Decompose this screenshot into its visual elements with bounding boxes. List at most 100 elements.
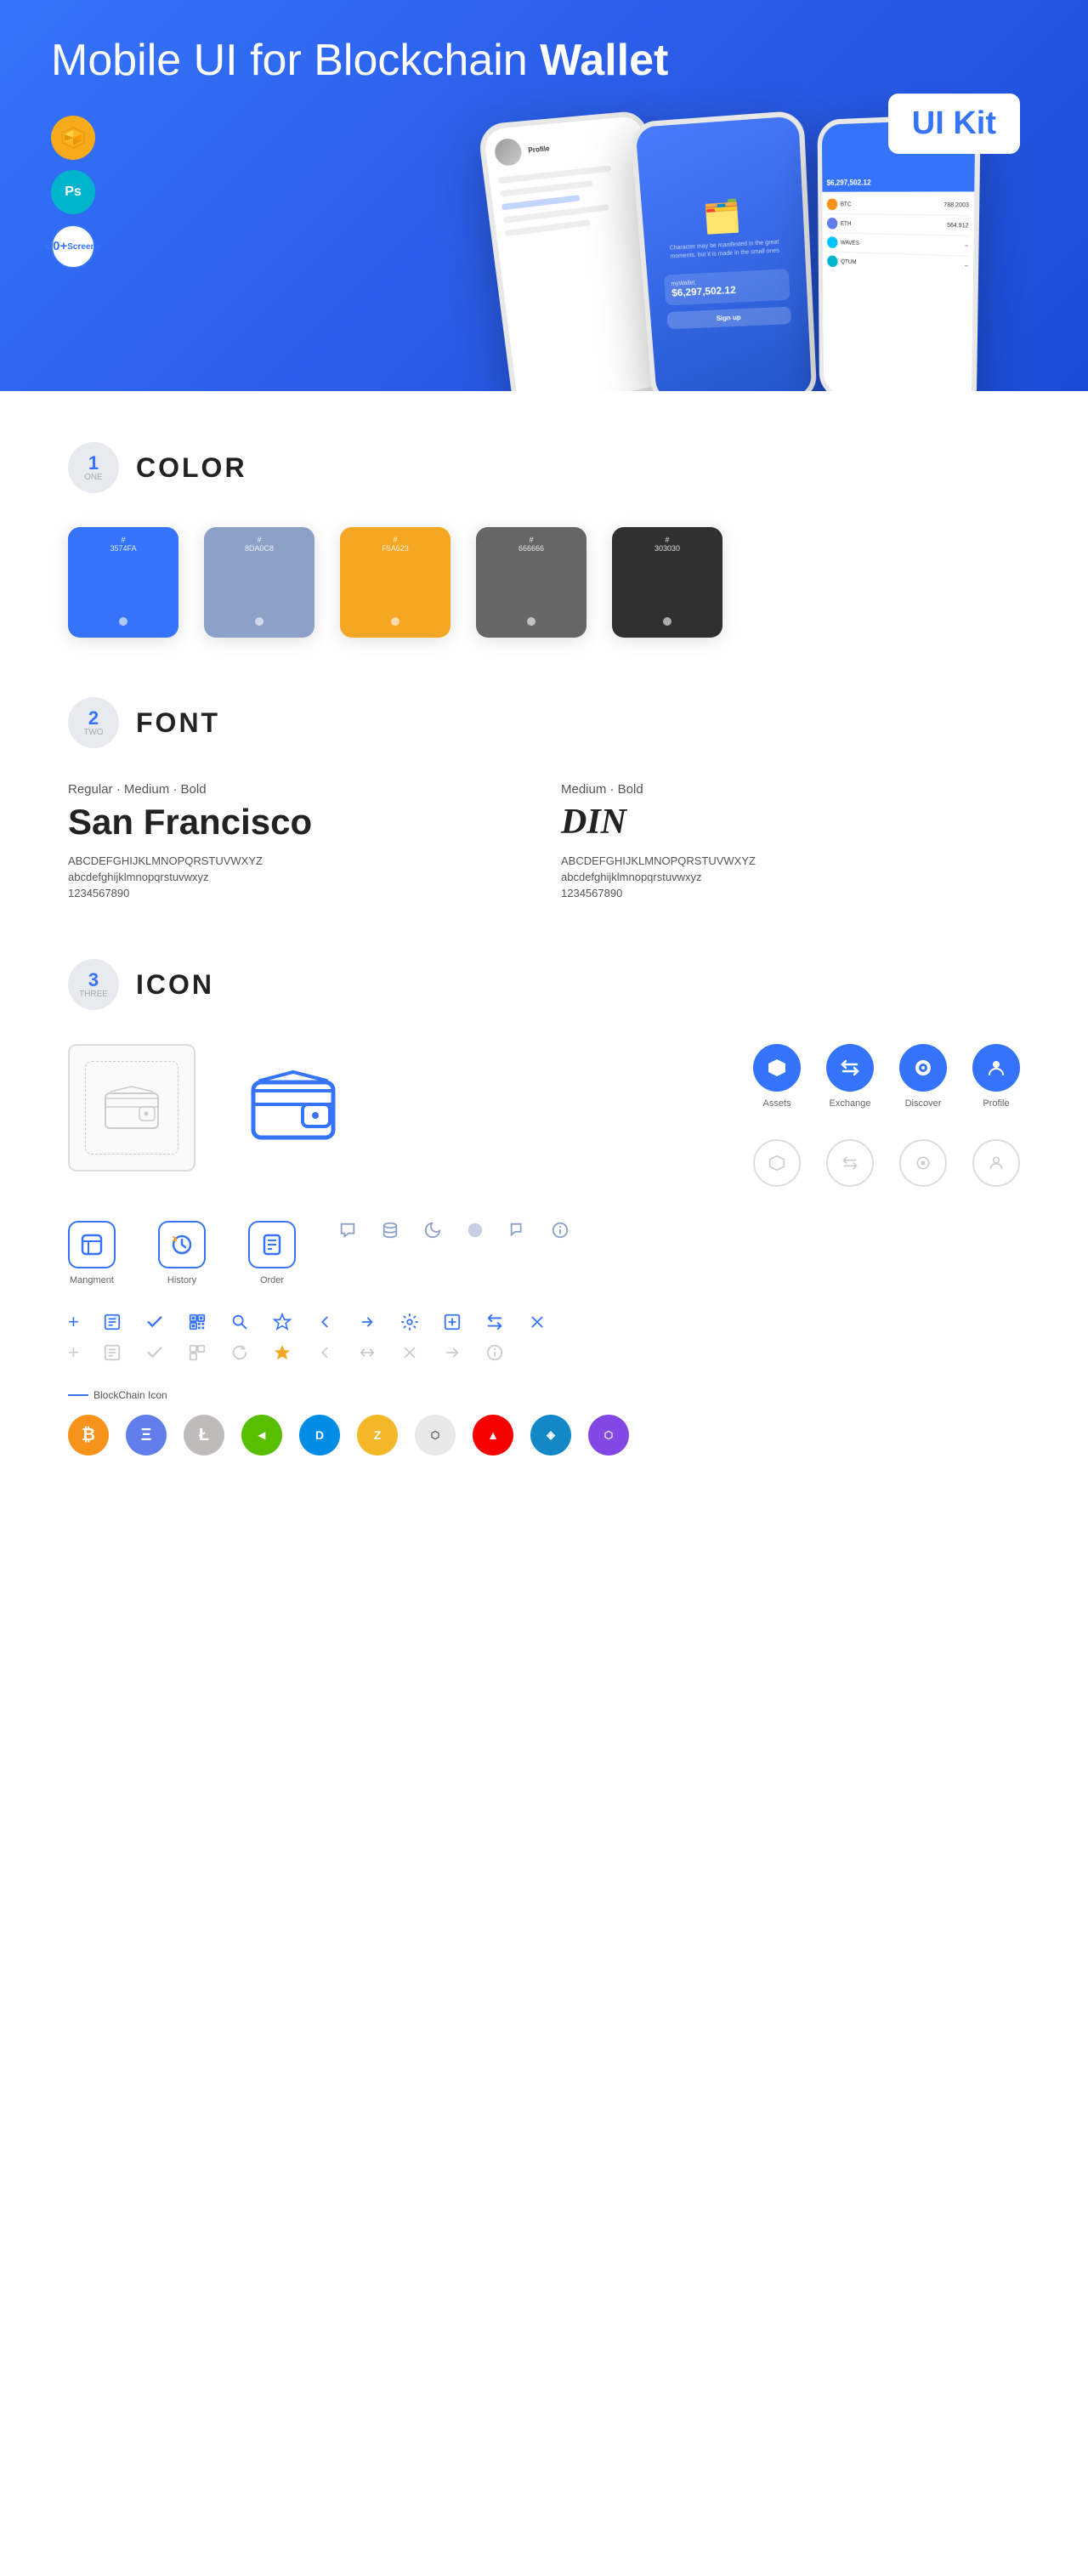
sf-lowercase: abcdefghijklmnopqrstuvwxyz bbox=[68, 871, 527, 883]
x-outline-icon bbox=[400, 1343, 419, 1362]
icon-showcase-row: Assets Exchange Discover bbox=[68, 1044, 1020, 1187]
blockchain-row: BlockChain Icon bbox=[68, 1389, 1020, 1401]
eth-icon[interactable]: Ξ bbox=[126, 1415, 167, 1455]
color-section: 1 ONE COLOR #3574FA #8DA0C8 #F5A623 #666… bbox=[68, 442, 1020, 638]
color-swatch-blue[interactable]: #3574FA bbox=[68, 527, 178, 638]
icon-wireframe-inner bbox=[85, 1061, 178, 1155]
discover-icon-circle[interactable] bbox=[899, 1044, 947, 1092]
import-icon[interactable] bbox=[443, 1313, 462, 1331]
wallet-filled-svg bbox=[246, 1061, 340, 1155]
speech-icon bbox=[338, 1221, 357, 1240]
screens-label: Screens bbox=[67, 242, 100, 252]
main-content: 1 ONE COLOR #3574FA #8DA0C8 #F5A623 #666… bbox=[0, 391, 1088, 1566]
profile-icon-circle[interactable] bbox=[972, 1044, 1020, 1092]
close-icon[interactable] bbox=[528, 1313, 547, 1331]
screens-count: 60+ bbox=[46, 240, 67, 254]
icon-assets: Assets bbox=[753, 1044, 801, 1109]
management-label: Mangment bbox=[70, 1275, 114, 1285]
arrows-icon bbox=[358, 1343, 377, 1362]
history-icon-box[interactable] bbox=[158, 1221, 206, 1268]
sf-numbers: 1234567890 bbox=[68, 887, 527, 899]
font-din: Medium · Bold DIN ABCDEFGHIJKLMNOPQRSTUV… bbox=[561, 782, 1020, 899]
order-label: Order bbox=[260, 1275, 284, 1285]
profile-icon-ghost bbox=[972, 1139, 1020, 1187]
din-style-label: Medium · Bold bbox=[561, 782, 1020, 797]
icon-section-title: ICON bbox=[136, 969, 214, 1001]
moon-icon bbox=[423, 1221, 442, 1240]
management-icon-box[interactable] bbox=[68, 1221, 116, 1268]
qr-outline-icon bbox=[188, 1343, 207, 1362]
font-number-badge: 2 TWO bbox=[68, 697, 119, 748]
order-icon-item: Order bbox=[248, 1221, 296, 1285]
icon-discover-ghost bbox=[899, 1139, 947, 1187]
star-icon[interactable] bbox=[273, 1313, 292, 1331]
btc-icon[interactable]: ₿ bbox=[68, 1415, 109, 1455]
hero-left-content: Mobile UI for Blockchain Wallet Ps 60+ bbox=[51, 34, 668, 269]
blockchain-label: BlockChain Icon bbox=[94, 1389, 167, 1401]
edit-doc-outline-icon bbox=[103, 1343, 122, 1362]
icon-wallet-filled bbox=[230, 1044, 357, 1172]
icon-profile-ghost bbox=[972, 1139, 1020, 1187]
ltc-icon[interactable]: Ł bbox=[184, 1415, 224, 1455]
zcash-icon[interactable]: Z bbox=[357, 1415, 398, 1455]
circle-icons-container: Assets Exchange Discover bbox=[753, 1044, 1020, 1187]
small-icon-row-1 bbox=[338, 1221, 570, 1240]
sf-style-label: Regular · Medium · Bold bbox=[68, 782, 527, 797]
assets-icon-circle[interactable] bbox=[753, 1044, 801, 1092]
matic-icon[interactable]: ⬡ bbox=[588, 1415, 629, 1455]
stack-icon bbox=[381, 1221, 400, 1240]
icon-discover: Discover bbox=[899, 1044, 947, 1109]
profile-label: Profile bbox=[983, 1098, 1009, 1109]
ark-icon[interactable]: ▲ bbox=[473, 1415, 513, 1455]
utility-icons-row-1: + bbox=[68, 1311, 1020, 1333]
font-section: 2 TWO FONT Regular · Medium · Bold San F… bbox=[68, 697, 1020, 899]
exchange-icon-circle[interactable] bbox=[826, 1044, 874, 1092]
icon-circle-row-filled: Assets Exchange Discover bbox=[753, 1044, 1020, 1109]
misc-icons-container bbox=[338, 1221, 570, 1250]
circle-icon bbox=[466, 1221, 484, 1240]
discover-icon-ghost bbox=[899, 1139, 947, 1187]
settings-icon[interactable] bbox=[400, 1313, 419, 1331]
qr-icon[interactable] bbox=[188, 1313, 207, 1331]
search-icon[interactable] bbox=[230, 1313, 249, 1331]
color-section-header: 1 ONE COLOR bbox=[68, 442, 1020, 493]
assets-icon-ghost bbox=[753, 1139, 801, 1187]
swap-icon[interactable] bbox=[485, 1313, 504, 1331]
dash-icon[interactable]: D bbox=[299, 1415, 340, 1455]
hero-title-normal: Mobile UI for Blockchain bbox=[51, 36, 540, 85]
icon-wireframe-box bbox=[68, 1044, 196, 1172]
hero-title-bold: Wallet bbox=[540, 36, 668, 85]
info-icon bbox=[551, 1221, 570, 1240]
wallet-wireframe-svg bbox=[102, 1085, 162, 1132]
color-swatch-gray[interactable]: #666666 bbox=[476, 527, 586, 638]
history-label: History bbox=[167, 1275, 196, 1285]
neo-icon[interactable]: ◂ bbox=[241, 1415, 282, 1455]
arrow-right-icon bbox=[443, 1343, 462, 1362]
color-swatch-gray-blue[interactable]: #8DA0C8 bbox=[204, 527, 314, 638]
sf-name: San Francisco bbox=[68, 802, 527, 843]
edit-doc-icon[interactable] bbox=[103, 1313, 122, 1331]
assets-label: Assets bbox=[762, 1098, 790, 1109]
color-section-title: COLOR bbox=[136, 452, 247, 484]
din-numbers: 1234567890 bbox=[561, 887, 1020, 899]
color-swatch-orange[interactable]: #F5A623 bbox=[340, 527, 450, 638]
order-icon-box[interactable] bbox=[248, 1221, 296, 1268]
chevron-left-icon[interactable] bbox=[315, 1313, 334, 1331]
din-lowercase: abcdefghijklmnopqrstuvwxyz bbox=[561, 871, 1020, 883]
iota-icon[interactable]: ⬡ bbox=[415, 1415, 456, 1455]
stratis-icon[interactable]: ◈ bbox=[530, 1415, 571, 1455]
color-swatch-dark[interactable]: #303030 bbox=[612, 527, 722, 638]
plus-icon[interactable]: + bbox=[68, 1311, 79, 1333]
icon-number-badge: 3 THREE bbox=[68, 959, 119, 1010]
info-outline-icon bbox=[485, 1343, 504, 1362]
icon-profile: Profile bbox=[972, 1044, 1020, 1109]
exchange-icon-ghost bbox=[826, 1139, 874, 1187]
color-number-badge: 1 ONE bbox=[68, 442, 119, 493]
checkmark-icon[interactable] bbox=[145, 1313, 164, 1331]
blockchain-line bbox=[68, 1394, 88, 1396]
sf-uppercase: ABCDEFGHIJKLMNOPQRSTUVWXYZ bbox=[68, 854, 527, 867]
color-swatches: #3574FA #8DA0C8 #F5A623 #666666 #303030 bbox=[68, 527, 1020, 638]
ui-kit-badge: UI Kit bbox=[888, 94, 1020, 154]
phone-right: $6,297,502.12 BTC 788.2003 ETH bbox=[818, 113, 981, 391]
share-icon[interactable] bbox=[358, 1313, 377, 1331]
